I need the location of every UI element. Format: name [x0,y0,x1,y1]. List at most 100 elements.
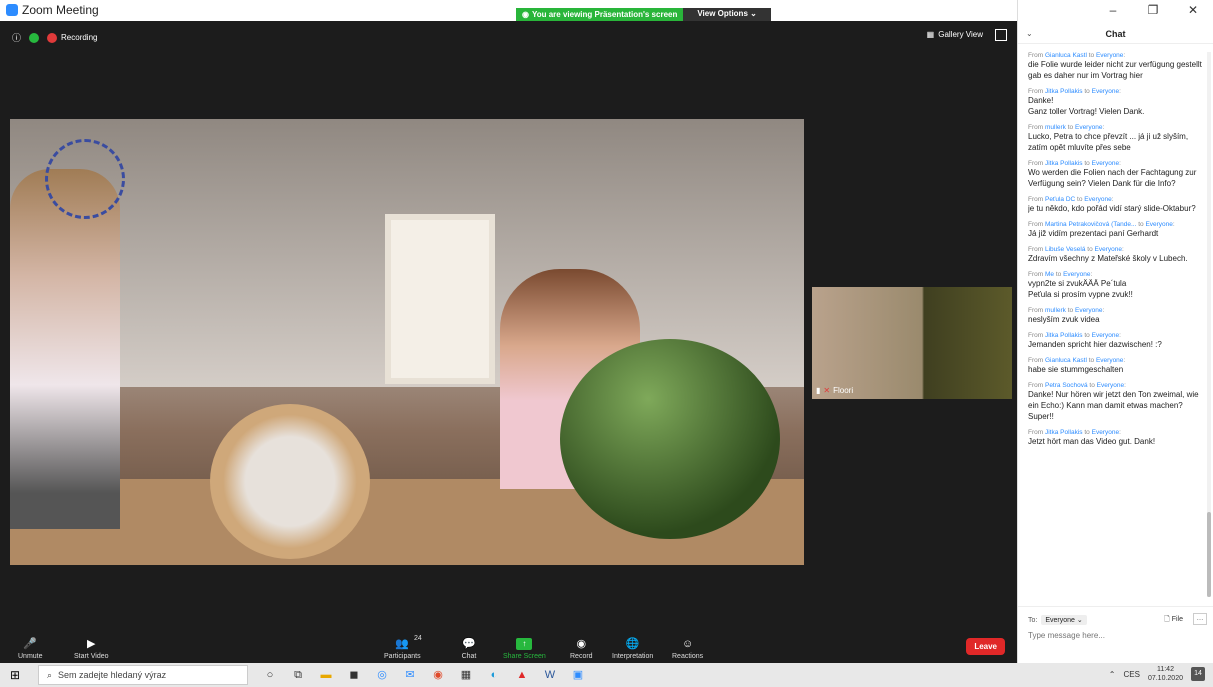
zoom-taskbar-icon[interactable]: ▣ [570,667,586,683]
gallery-view-button[interactable]: ▦ Gallery View [927,30,983,39]
chat-message-meta: From mullerk to Everyone: [1028,307,1105,314]
chat-recipient: Everyone [1145,221,1173,228]
recording-label: Recording [61,33,98,42]
title-bar: Zoom Meeting ◉ You are viewing Präsentati… [0,0,1017,21]
participants-icon: 👥 [395,638,410,650]
muted-mic-icon: ✕ [823,386,831,395]
recipient-select[interactable]: Everyone ⌄ [1041,615,1087,625]
chat-button[interactable]: 💬 Chat [461,638,477,660]
chat-message: From Jitka Pollakis to Everyone: Danke! G… [1028,88,1203,117]
chat-message-meta: From Gianluca Kastl to Everyone: [1028,357,1126,364]
chat-message-text: neslyším zvuk videa [1028,315,1100,324]
language-indicator[interactable]: CES [1124,670,1140,679]
windows-start-icon[interactable]: ⊞ [10,669,22,681]
chat-recipient: Everyone [1063,271,1091,278]
viewing-label: You are viewing Präsentation's screen [531,10,678,19]
maximize-icon[interactable]: ❐ [1133,0,1173,20]
clock-time: 11:42 [1156,666,1174,673]
chat-recipient: Everyone [1091,429,1120,436]
explorer-icon[interactable]: ▬ [318,667,334,683]
chat-panel: – ❐ ✕ ⌄ Chat From Gianluca Kastl to Ever… [1017,0,1213,663]
message-input[interactable] [1028,631,1203,640]
video-person-child [10,169,120,529]
acrobat-icon[interactable]: ▲ [514,667,530,683]
participant-thumbnail[interactable]: ▮ ✕ Floori [812,287,1012,399]
video-off-icon: ▶ [87,638,96,650]
chevron-down-icon[interactable]: ⌄ [1026,29,1040,38]
file-label: File [1171,616,1183,623]
chat-message-text: je tu někdo, kdo pořád vidí starý slide-… [1028,204,1196,213]
task-view-icon[interactable]: ⧉ [290,667,306,683]
chat-message-text: Wo werden die Folien nach der Fachtagung… [1028,168,1197,188]
chat-message-text: Danke! Ganz toller Vortrag! Vielen Dank. [1028,96,1145,116]
participants-label: Participants [384,653,421,660]
chat-scrollbar-thumb[interactable] [1207,512,1211,597]
chat-message: From Peťula DC to Everyone: je tu někdo, … [1028,196,1203,214]
globe-icon: 🌐 [625,638,640,650]
edge-legacy-icon[interactable]: ◎ [374,667,390,683]
meeting-toolbar: 🎤 Unmute ▶ Start Video 👥 Participants 24 💬 C… [0,629,1017,663]
reactions-button[interactable]: ☺ Reactions [672,638,703,660]
app-title-text: Zoom Meeting [22,3,99,17]
chat-message-meta: From Jitka Pollakis to Everyone: [1028,332,1121,339]
chat-sender: mullerk [1044,124,1066,131]
chat-message-text: Jemanden spricht hier dazwischen! :? [1028,340,1162,349]
chat-message-text: Zdravím všechny z Mateřské školy v Lubec… [1028,254,1188,263]
fullscreen-icon[interactable] [995,29,1007,41]
more-options-icon[interactable]: … [1193,613,1207,625]
zoom-logo-icon [6,4,18,16]
chat-message-meta: From Me to Everyone: [1028,271,1093,278]
share-screen-button[interactable]: ↑ Share Screen [503,638,546,660]
screen-share-icon: ◉ [522,10,529,19]
taskbar-search[interactable]: ⌕ Sem zadejte hledaný výraz [38,665,248,685]
view-options-button[interactable]: View Options ⌄ [683,8,771,21]
viewing-indicator: ◉ You are viewing Präsentation's screen [516,8,684,21]
clock[interactable]: 11:42 07.10.2020 [1148,665,1183,683]
chat-message-meta: From Gianluca Kastl to Everyone: [1028,52,1126,59]
record-button[interactable]: ◉ Record [570,638,593,660]
mail-icon[interactable]: ✉ [402,667,418,683]
chat-messages[interactable]: From Gianluca Kastl to Everyone: die Foli… [1028,52,1203,597]
shield-icon[interactable] [29,32,40,43]
chat-message-meta: From Petra Sochová to Everyone: [1028,382,1126,389]
file-button[interactable]: 🗋 File [1164,615,1183,626]
chat-recipient: Everyone [1094,246,1122,253]
recording-indicator[interactable]: Recording [47,32,98,43]
close-icon[interactable]: ✕ [1173,0,1213,20]
thumbnail-name-label: Floori [833,386,854,395]
unmute-button[interactable]: 🎤 Unmute [18,638,43,660]
minimize-icon[interactable]: – [1093,0,1133,20]
share-screen-label: Share Screen [503,653,546,660]
chat-label: Chat [461,653,477,660]
video-watermelon [560,339,780,539]
info-icon[interactable]: ⓘ [12,31,21,44]
reactions-label: Reactions [672,653,704,660]
chat-message-meta: From Peťula DC to Everyone: [1028,196,1114,203]
meeting-status: ⓘ Recording [12,31,97,44]
smiley-icon: ☺ [681,638,694,650]
chat-sender: Gianluca Kastl [1044,357,1087,364]
start-video-button[interactable]: ▶ Start Video [74,638,109,660]
unmute-label: Unmute [18,653,43,660]
calculator-icon[interactable]: ▦ [458,667,474,683]
edge-icon[interactable]: ◐ [486,667,502,683]
chat-recipient: Everyone [1074,124,1103,131]
chrome-icon[interactable]: ◉ [430,667,446,683]
chat-sender: Me [1044,271,1055,278]
store-icon[interactable]: ◼ [346,667,362,683]
chat-scrollbar[interactable] [1207,52,1211,597]
notification-center-icon[interactable]: 14 [1191,667,1205,681]
cortana-icon[interactable]: ○ [262,667,278,683]
leave-button[interactable]: Leave [966,638,1005,655]
chat-recipient: Everyone [1091,88,1120,95]
taskbar-apps: ○ ⧉ ▬ ◼ ◎ ✉ ◉ ▦ ◐ ▲ W ▣ [262,667,586,683]
tray-chevron-up-icon[interactable]: ⌃ [1109,670,1116,679]
chat-sender: Peťula DC [1044,196,1076,203]
chat-message-meta: From Jitka Pollakis to Everyone: [1028,429,1121,436]
chat-message: From Jitka Pollakis to Everyone: Jemanden… [1028,332,1203,350]
chat-title: Chat [1105,28,1126,39]
interpretation-button[interactable]: 🌐 Interpretation [612,638,653,660]
shared-screen-video [10,119,804,565]
word-icon[interactable]: W [542,667,558,683]
regio-logo [45,139,125,219]
